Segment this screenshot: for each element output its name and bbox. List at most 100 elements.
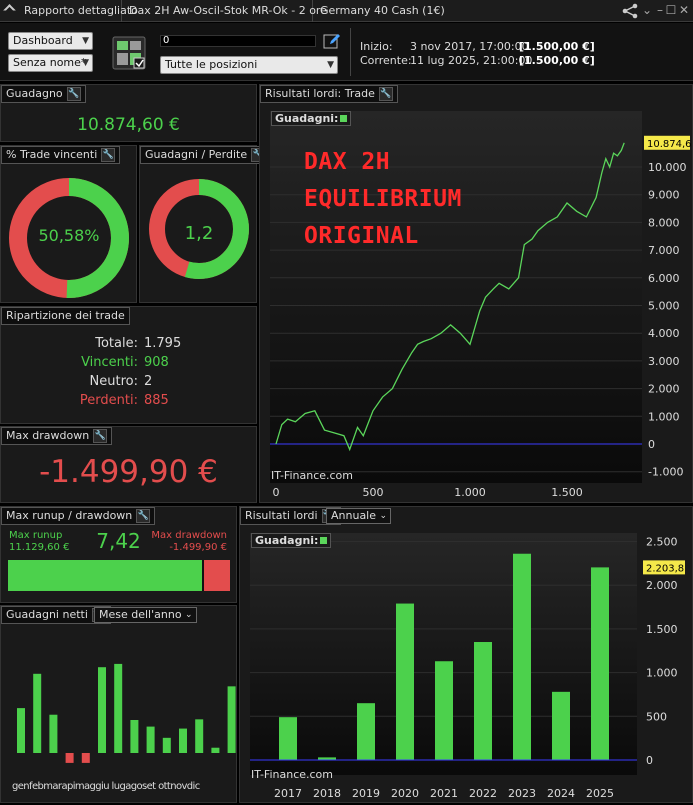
panel-header: Ripartizione dei trade	[1, 307, 130, 325]
panel-header: Max drawdown 🔧	[1, 427, 113, 445]
current-label: Corrente:	[360, 54, 412, 67]
x-tick-label: 2017	[274, 787, 302, 800]
runup-panel: Max runup / drawdown 🔧 Max runup 11.129,6…	[0, 506, 237, 603]
legend-color-icon	[320, 537, 328, 544]
annotation-line-3: ORIGINAL	[304, 223, 419, 249]
breakdown-title: Ripartizione dei trade	[6, 309, 125, 322]
positions-select-value: Tutte le posizioni	[165, 58, 258, 71]
month-bar	[17, 708, 25, 753]
wrench-icon[interactable]: 🔧	[378, 87, 393, 101]
chevron-down-icon: ▼	[82, 58, 89, 68]
winrate-value: 50,58%	[38, 226, 100, 245]
x-tick-label: 0	[273, 486, 280, 499]
y-tick-label: 5.000	[648, 300, 680, 313]
chevron-down-icon: ▼	[327, 60, 334, 70]
yearly-mode-value: Annuale	[331, 509, 377, 522]
maximize-icon[interactable]: ☐	[664, 3, 678, 17]
yearly-legend-text: Guadagni:	[255, 534, 319, 547]
wrench-icon[interactable]: 🔧	[66, 87, 81, 101]
wrench-icon[interactable]: 🔧	[93, 429, 108, 443]
wrench-icon[interactable]: 🔧	[136, 509, 151, 523]
name-select[interactable]: Senza nome* ▼	[8, 54, 93, 72]
month-bar	[146, 726, 155, 753]
neutral-value: 2	[144, 374, 153, 389]
monthly-chart	[17, 663, 236, 763]
tab-instrument[interactable]: Germany 40 Cash (1€)	[314, 0, 445, 22]
x-tick-label: 2020	[391, 787, 419, 800]
total-value: 1.795	[144, 336, 182, 351]
year-bar	[279, 717, 297, 760]
year-bar	[552, 691, 570, 760]
month-bar	[195, 719, 204, 753]
y-tick-label: 2.000	[646, 579, 678, 592]
y-tick-label: 2.500	[646, 536, 678, 549]
yearly-mode-select[interactable]: Annuale ⌄	[326, 508, 392, 524]
win-label: Vincenti:	[81, 355, 138, 370]
year-bar	[435, 661, 453, 760]
runup-title: Max runup / drawdown	[6, 509, 133, 522]
y-tick-label: 3.000	[648, 355, 680, 368]
tab-detailed-report[interactable]: Rapporto dettagliato	[18, 0, 138, 22]
monthly-mode-select[interactable]: Mese dell'anno ⌄	[94, 607, 197, 623]
yearly-panel: Risultati lordi🔧 Annuale⌄ 05001.0001.500…	[239, 506, 693, 803]
yearly-chart: 0 500 1.000 1.500 2.000 2.500 2017 2018 2019 202…	[250, 533, 685, 800]
window-icon	[3, 4, 16, 17]
y-tick-label: 9.000	[648, 189, 680, 202]
panel-header: Guadagno 🔧	[1, 85, 86, 103]
code-input[interactable]: 0	[160, 35, 316, 47]
month-bar	[130, 720, 139, 753]
y-tick-label: -1.000	[648, 466, 683, 479]
month-bar	[114, 663, 123, 753]
panel-header: Guadagni / Perdite🔧	[140, 146, 271, 164]
y-tick-label: 1.000	[648, 410, 680, 423]
close-icon[interactable]: ✕	[677, 3, 691, 17]
ratio-panel: Guadagni / Perdite🔧 1,2	[139, 145, 271, 303]
current-amount: [1.500,00 €]	[519, 54, 595, 67]
separator	[350, 28, 351, 76]
gain-panel: Guadagno 🔧 10.874,60 €	[0, 84, 257, 142]
y-tick-label: 4.000	[648, 327, 680, 340]
month-bar	[227, 686, 236, 753]
start-label: Inizio:	[360, 40, 393, 53]
annotation-line-2: EQUILIBRIUM	[304, 186, 462, 212]
current-value: 11 lug 2025, 21:00:00	[410, 54, 533, 67]
breakdown-panel: Ripartizione dei trade Totale: 1.795 Vin…	[0, 306, 257, 424]
dropdown-icon[interactable]: ⌄	[640, 3, 654, 17]
y-tick-label: 0	[646, 754, 653, 767]
value-tag-text: 10.874,6	[647, 139, 692, 150]
equity-legend-text: Guadagni:	[275, 112, 339, 125]
month-bar	[33, 673, 42, 753]
x-tick-label: 1.500	[551, 486, 583, 499]
equity-title: Risultati lordi: Trade	[265, 87, 375, 100]
winrate-panel: % Trade vincenti 🔧 50,58%	[0, 145, 137, 303]
tab-strategy[interactable]: Dax 2H Aw-Oscil-Stok MR-Ok - 2 ore	[123, 0, 327, 22]
y-tick-label: 6.000	[648, 272, 680, 285]
equity-legend: Guadagni:	[271, 111, 352, 126]
x-tick-label: 2021	[430, 787, 458, 800]
month-bar	[81, 753, 90, 763]
share-icon[interactable]	[622, 3, 638, 19]
positions-select[interactable]: Tutte le posizioni ▼	[160, 56, 338, 74]
yearly-title: Risultati lordi	[245, 509, 318, 522]
neutral-label: Neutro:	[89, 374, 138, 389]
start-value: 3 nov 2017, 17:00:00	[410, 40, 529, 53]
code-input-value: 0	[163, 35, 170, 46]
runup-bar-fill	[8, 560, 204, 591]
year-bar	[474, 642, 492, 760]
winrate-title: % Trade vincenti	[6, 148, 98, 161]
view-select[interactable]: Dashboard ▼	[8, 32, 93, 50]
monthly-mode-value: Mese dell'anno	[99, 608, 182, 621]
wrench-icon[interactable]: 🔧	[101, 148, 116, 162]
edit-icon[interactable]	[323, 32, 341, 50]
month-bar	[211, 747, 220, 753]
monthly-title: Guadagni netti	[6, 608, 88, 621]
win-value: 908	[144, 355, 169, 370]
panel-header: % Trade vincenti 🔧	[1, 146, 121, 164]
report-grid-icon[interactable]	[112, 36, 146, 70]
drawdown-value: -1.499,90 €	[39, 454, 218, 490]
chevron-down-icon: ▼	[82, 36, 89, 46]
panel-header: Max runup / drawdown 🔧	[1, 507, 156, 525]
year-bar	[591, 567, 609, 760]
name-select-value: Senza nome*	[13, 56, 87, 69]
x-tick-label: 2018	[313, 787, 341, 800]
